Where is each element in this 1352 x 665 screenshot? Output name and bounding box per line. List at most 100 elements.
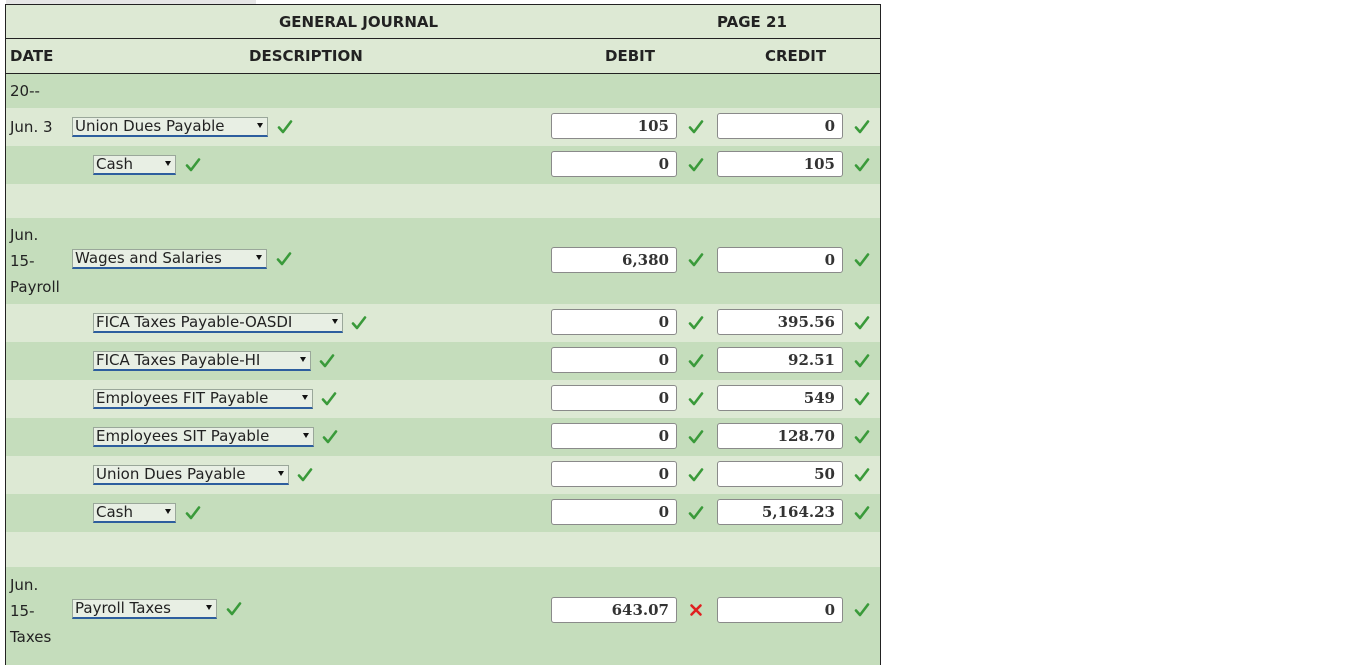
- debit-input[interactable]: 0: [551, 309, 677, 335]
- column-header-row: DATE DESCRIPTION DEBIT CREDIT: [6, 39, 880, 74]
- account-select-value: Cash: [96, 155, 133, 173]
- entry-date-line: 15-: [10, 602, 35, 620]
- check-icon: [854, 602, 870, 618]
- account-select[interactable]: Cash: [93, 503, 176, 523]
- entry-date-line: Jun.: [10, 576, 39, 594]
- year-label: 20--: [10, 82, 40, 100]
- chevron-down-icon: [303, 433, 309, 438]
- check-icon: [688, 429, 704, 445]
- check-icon: [688, 157, 704, 173]
- account-select-value: Union Dues Payable: [75, 117, 225, 135]
- account-select[interactable]: FICA Taxes Payable-HI: [93, 351, 311, 371]
- account-select[interactable]: Employees FIT Payable: [93, 389, 313, 409]
- journal-line: Jun. 15- Payroll Wages and Salaries 6,38…: [6, 218, 880, 304]
- entry-date-line: Payroll: [10, 278, 60, 296]
- check-icon: [688, 391, 704, 407]
- date-column-header: DATE: [10, 47, 54, 65]
- credit-input[interactable]: 92.51: [717, 347, 843, 373]
- journal-line: Cash 0 105: [6, 146, 880, 184]
- credit-input[interactable]: 50: [717, 461, 843, 487]
- journal-line: Employees SIT Payable 0 128.70: [6, 418, 880, 456]
- debit-input[interactable]: 643.07: [551, 597, 677, 623]
- x-icon: [688, 602, 704, 618]
- account-select[interactable]: Union Dues Payable: [72, 117, 268, 137]
- check-icon: [688, 315, 704, 331]
- chevron-down-icon: [165, 509, 171, 514]
- check-icon: [688, 353, 704, 369]
- credit-input[interactable]: 0: [717, 113, 843, 139]
- chevron-down-icon: [256, 255, 262, 260]
- check-icon: [319, 353, 335, 369]
- chevron-down-icon: [165, 161, 171, 166]
- general-journal: GENERAL JOURNAL PAGE 21 DATE DESCRIPTION…: [5, 4, 881, 665]
- credit-column-header: CREDIT: [765, 47, 827, 65]
- check-icon: [185, 505, 201, 521]
- spacer-row: [6, 184, 880, 218]
- journal-line: Jun. 15- Taxes Payroll Taxes 643.07 0: [6, 567, 880, 665]
- account-select[interactable]: FICA Taxes Payable-OASDI: [93, 313, 343, 333]
- check-icon: [854, 315, 870, 331]
- journal-title: GENERAL JOURNAL: [279, 12, 439, 31]
- check-icon: [226, 601, 242, 617]
- credit-input[interactable]: 0: [717, 597, 843, 623]
- chevron-down-icon: [257, 123, 263, 128]
- debit-input[interactable]: 0: [551, 461, 677, 487]
- account-select-value: Cash: [96, 503, 133, 521]
- check-icon: [854, 157, 870, 173]
- check-icon: [854, 353, 870, 369]
- debit-input[interactable]: 0: [551, 385, 677, 411]
- chevron-down-icon: [278, 471, 284, 476]
- check-icon: [854, 252, 870, 268]
- journal-line: FICA Taxes Payable-OASDI 0 395.56: [6, 304, 880, 342]
- account-select[interactable]: Payroll Taxes: [72, 599, 217, 619]
- chevron-down-icon: [302, 395, 308, 400]
- account-select[interactable]: Union Dues Payable: [93, 465, 289, 485]
- debit-input[interactable]: 0: [551, 347, 677, 373]
- check-icon: [854, 505, 870, 521]
- credit-input[interactable]: 549: [717, 385, 843, 411]
- chevron-down-icon: [332, 319, 338, 324]
- check-icon: [277, 119, 293, 135]
- check-icon: [854, 429, 870, 445]
- entry-date: Jun. 3: [10, 118, 53, 136]
- check-icon: [688, 467, 704, 483]
- spacer-row: [6, 532, 880, 567]
- description-column-header: DESCRIPTION: [249, 47, 363, 65]
- debit-input[interactable]: 0: [551, 499, 677, 525]
- account-select-value: Union Dues Payable: [96, 465, 246, 483]
- journal-line: Jun. 3 Union Dues Payable 105 0: [6, 108, 880, 146]
- journal-line: Union Dues Payable 0 50: [6, 456, 880, 494]
- journal-line: FICA Taxes Payable-HI 0 92.51: [6, 342, 880, 380]
- debit-column-header: DEBIT: [605, 47, 655, 65]
- credit-input[interactable]: 105: [717, 151, 843, 177]
- credit-input[interactable]: 0: [717, 247, 843, 273]
- debit-input[interactable]: 105: [551, 113, 677, 139]
- check-icon: [351, 315, 367, 331]
- check-icon: [297, 467, 313, 483]
- check-icon: [854, 119, 870, 135]
- check-icon: [688, 252, 704, 268]
- account-select[interactable]: Cash: [93, 155, 176, 175]
- entry-date-line: 15-: [10, 252, 35, 270]
- credit-input[interactable]: 5,164.23: [717, 499, 843, 525]
- entry-date-line: Jun.: [10, 226, 39, 244]
- account-select-value: Employees FIT Payable: [96, 389, 269, 407]
- account-select[interactable]: Employees SIT Payable: [93, 427, 314, 447]
- year-row: 20--: [6, 74, 880, 108]
- account-select-value: FICA Taxes Payable-OASDI: [96, 313, 293, 331]
- page-number: PAGE 21: [717, 12, 787, 31]
- journal-line: Cash 0 5,164.23: [6, 494, 880, 532]
- chevron-down-icon: [300, 357, 306, 362]
- debit-input[interactable]: 0: [551, 151, 677, 177]
- entry-date-line: Taxes: [10, 628, 52, 646]
- check-icon: [321, 391, 337, 407]
- debit-input[interactable]: 0: [551, 423, 677, 449]
- credit-input[interactable]: 128.70: [717, 423, 843, 449]
- account-select[interactable]: Wages and Salaries: [72, 249, 267, 269]
- credit-input[interactable]: 395.56: [717, 309, 843, 335]
- journal-title-row: GENERAL JOURNAL PAGE 21: [6, 5, 880, 39]
- debit-input[interactable]: 6,380: [551, 247, 677, 273]
- journal-line: Employees FIT Payable 0 549: [6, 380, 880, 418]
- check-icon: [688, 119, 704, 135]
- check-icon: [322, 429, 338, 445]
